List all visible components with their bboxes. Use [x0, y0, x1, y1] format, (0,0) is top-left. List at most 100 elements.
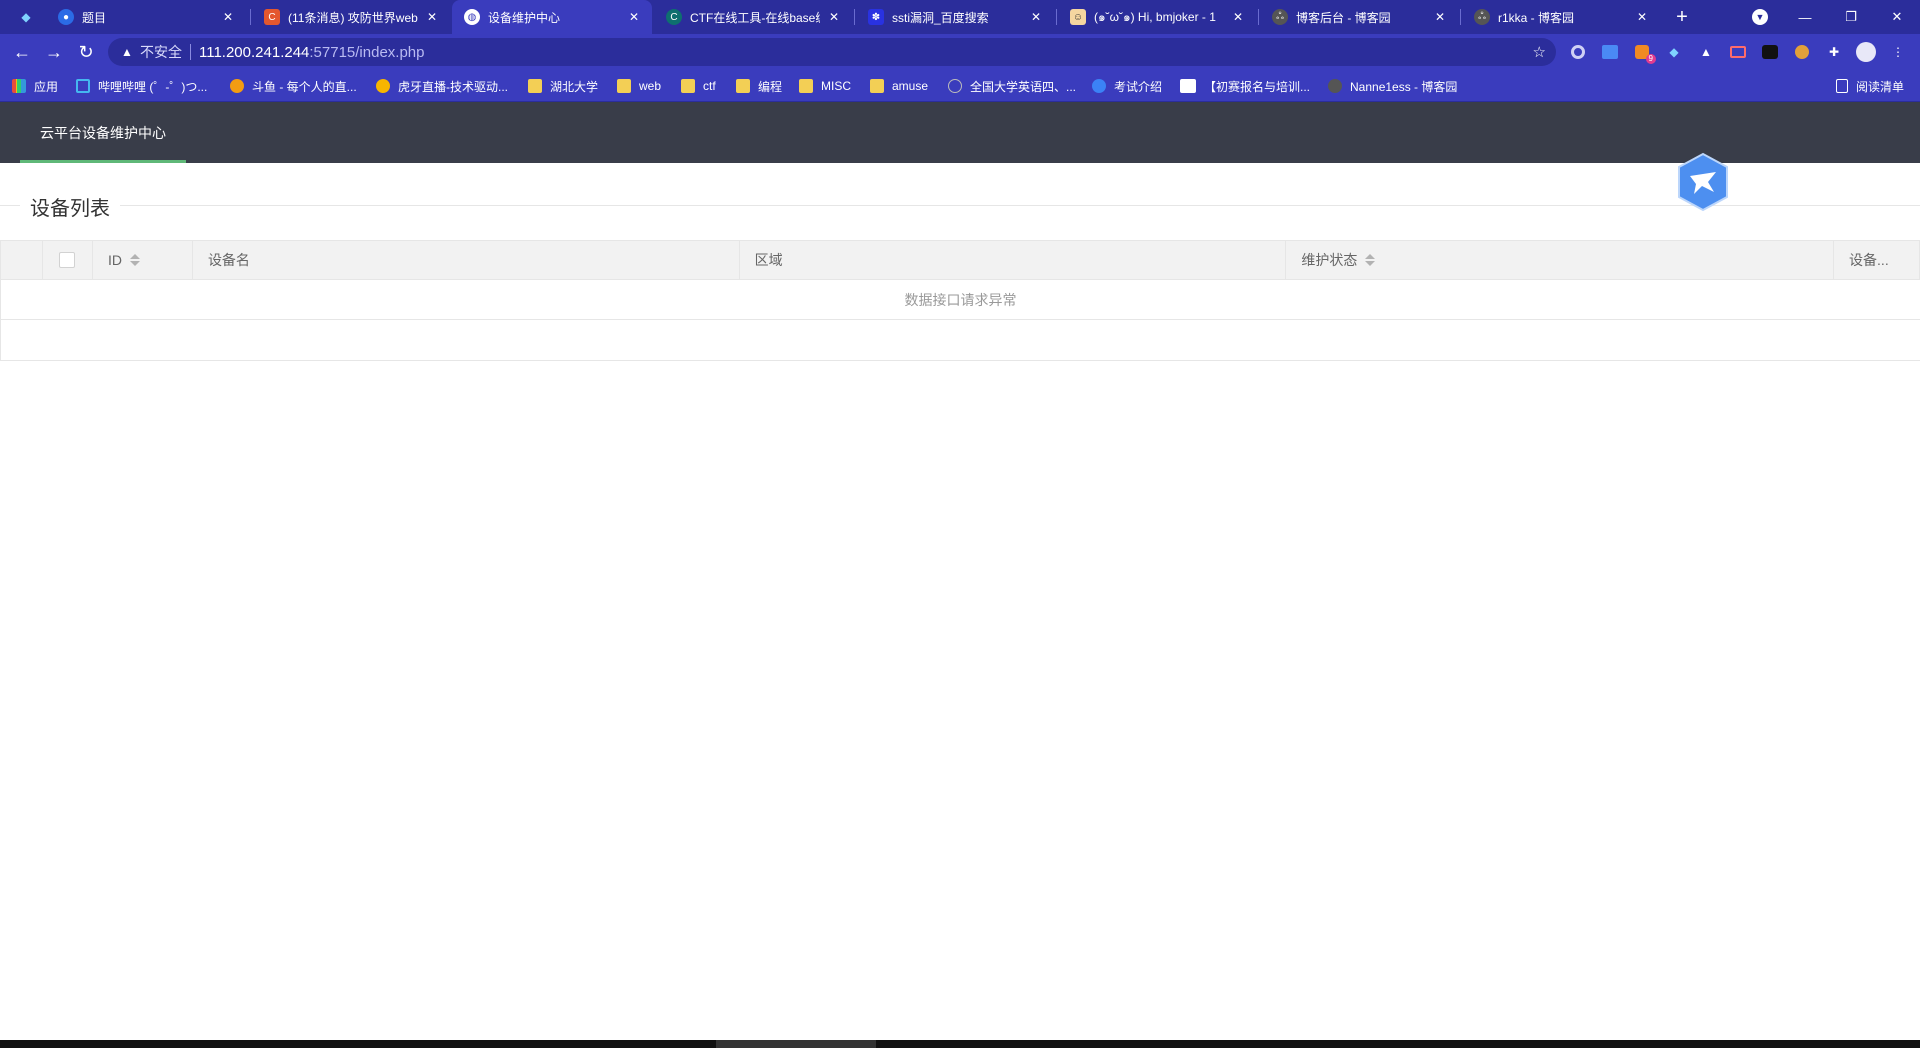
security-label[interactable]: 不安全 — [140, 42, 182, 62]
bookmark-cet[interactable]: 全国大学英语四、... — [948, 77, 1076, 95]
browser-tab-strip: ◆ ● 题目 ✕ C (11条消息) 攻防世界web ✕ ◍ 设备维护中心 ✕ … — [0, 0, 1920, 34]
cast-icon[interactable] — [1728, 42, 1748, 62]
tab-title: 博客后台 - 博客园 — [1296, 10, 1391, 25]
close-icon[interactable]: ✕ — [1028, 9, 1044, 25]
close-icon[interactable]: ✕ — [1634, 9, 1650, 25]
bird-logo-icon[interactable] — [1676, 152, 1730, 212]
bookmark-exam[interactable]: 考试介绍 — [1092, 77, 1162, 95]
gem-icon[interactable]: ◆ — [1664, 42, 1684, 62]
bookmark-apps[interactable]: 应用 — [12, 77, 58, 95]
window-close-button[interactable]: ✕ — [1874, 0, 1920, 34]
column-device-truncated: 设备... — [1834, 241, 1920, 279]
reading-list-icon — [1836, 79, 1848, 93]
bookmark-star-icon[interactable]: ☆ — [1533, 43, 1546, 61]
table-header: ID 设备名 区域 维护状态 设备... — [1, 241, 1920, 280]
close-icon[interactable]: ✕ — [1432, 9, 1448, 25]
tab-6[interactable]: ஃ 博客后台 - 博客园 ✕ — [1260, 0, 1458, 34]
douyu-icon — [230, 79, 244, 93]
folder-icon — [681, 79, 695, 93]
bookmark-folder-amuse[interactable]: amuse — [870, 77, 928, 95]
device-table: ID 设备名 区域 维护状态 设备... 数据接口请求异常 — [0, 240, 1920, 361]
huya-icon — [376, 79, 390, 93]
table-empty-message: 数据接口请求异常 — [1, 280, 1920, 320]
close-icon[interactable]: ✕ — [1230, 9, 1246, 25]
page-title: 设备列表 — [30, 192, 120, 221]
extension-badge-icon[interactable]: 9 — [1632, 42, 1656, 64]
bookmark-bilibili[interactable]: 哔哩哔哩 (゜-゜)つ... — [76, 77, 207, 95]
expand-column — [1, 241, 43, 279]
new-tab-button[interactable]: + — [1670, 5, 1694, 29]
address-bar[interactable]: ▲ 不安全 111.200.241.244 :57715/index.php ☆ — [108, 38, 1556, 66]
nav-item-device-center[interactable]: 云平台设备维护中心 — [20, 102, 186, 163]
baidu-paw-icon: ✽ — [868, 9, 884, 25]
mountain-icon[interactable]: ▲ — [1696, 42, 1716, 62]
cnblogs-icon — [1328, 79, 1342, 93]
column-region: 区域 — [740, 241, 1287, 279]
bookmarks-bar: 应用 哔哩哔哩 (゜-゜)つ... 斗鱼 - 每个人的直... 虎牙直播-技术驱… — [0, 70, 1920, 102]
tab-4[interactable]: ✽ ssti漏洞_百度搜索 ✕ — [856, 0, 1054, 34]
bookmark-nanne1ess[interactable]: Nanne1ess - 博客园 — [1328, 77, 1457, 95]
menu-kebab-icon[interactable]: ⋮ — [1888, 42, 1908, 62]
column-id[interactable]: ID — [93, 241, 193, 279]
select-all-cell — [43, 241, 93, 279]
cookie-icon[interactable] — [1792, 42, 1812, 62]
tab-0[interactable]: ● 题目 ✕ — [46, 0, 246, 34]
minimize-button[interactable]: — — [1782, 0, 1828, 34]
close-icon[interactable]: ✕ — [626, 9, 642, 25]
tab-2-active[interactable]: ◍ 设备维护中心 ✕ — [452, 0, 652, 34]
bookmark-douyu[interactable]: 斗鱼 - 每个人的直... — [230, 77, 357, 95]
translate-icon[interactable] — [1600, 42, 1620, 62]
bookmark-folder-hubei[interactable]: 湖北大学 — [528, 77, 598, 95]
reader-glasses-icon[interactable] — [1760, 42, 1780, 62]
tab-3[interactable]: C CTF在线工具-在线base编 ✕ — [654, 0, 852, 34]
close-icon[interactable]: ✕ — [424, 9, 440, 25]
reading-list-button[interactable]: 阅读清单 — [1836, 77, 1904, 95]
tab-title: (11条消息) 攻防世界web — [288, 10, 418, 25]
tab-title: r1kka - 博客园 — [1498, 10, 1575, 25]
profile-avatar-icon[interactable] — [1856, 42, 1876, 62]
cnblogs-icon: ஃ — [1272, 9, 1288, 25]
taskbar-active-app[interactable] — [716, 1040, 876, 1048]
exam-icon — [1092, 79, 1106, 93]
browser-toolbar: ← → ↻ ▲ 不安全 111.200.241.244 :57715/index… — [0, 34, 1920, 70]
tab-favicon-icon: ● — [58, 9, 74, 25]
csdn-icon: C — [264, 9, 280, 25]
bookmark-folder-ctf[interactable]: ctf — [681, 77, 716, 95]
close-icon[interactable]: ✕ — [826, 9, 842, 25]
extension-circle-icon[interactable] — [1568, 42, 1588, 62]
sort-icon[interactable] — [129, 254, 140, 266]
tab-search-icon[interactable]: ▼ — [1752, 9, 1768, 25]
tab-favicon-icon: C — [666, 9, 682, 25]
tab-title: 设备维护中心 — [488, 10, 561, 25]
reload-button[interactable]: ↻ — [74, 40, 98, 64]
restore-button[interactable]: ❐ — [1828, 0, 1874, 34]
folder-icon — [528, 79, 542, 93]
close-icon[interactable]: ✕ — [220, 9, 236, 25]
tab-5[interactable]: ☺ (๑˘ω˘๑) Hi, bmjoker - 1 ✕ — [1058, 0, 1256, 34]
tab-1[interactable]: C (11条消息) 攻防世界web ✕ — [252, 0, 450, 34]
section-fieldset: 设备列表 — [0, 190, 1920, 221]
back-button[interactable]: ← — [10, 40, 34, 64]
cet-icon — [948, 79, 962, 93]
os-taskbar — [0, 1040, 1920, 1048]
apps-grid-icon — [12, 79, 26, 93]
column-maintenance-status[interactable]: 维护状态 — [1286, 241, 1835, 279]
forward-button[interactable]: → — [42, 40, 66, 64]
extension-badge-count: 9 — [1645, 54, 1656, 64]
warning-icon[interactable]: ▲ — [120, 45, 134, 59]
sort-icon[interactable] — [1365, 254, 1376, 266]
tab-7[interactable]: ஃ r1kka - 博客园 ✕ — [1462, 0, 1660, 34]
folder-icon — [799, 79, 813, 93]
bookmark-folder-web[interactable]: web — [617, 77, 661, 95]
tab-title: 题目 — [82, 10, 107, 25]
select-all-checkbox[interactable] — [59, 252, 76, 268]
bookmark-contest[interactable]: 【初赛报名与培训... — [1180, 77, 1310, 95]
folder-icon — [870, 79, 884, 93]
browser-logo-icon[interactable]: ◆ — [18, 9, 34, 25]
bookmark-folder-programming[interactable]: 编程 — [736, 77, 782, 95]
nav-active-indicator — [20, 160, 186, 163]
bookmark-huya[interactable]: 虎牙直播-技术驱动... — [376, 77, 508, 95]
url-path: :57715/index.php — [309, 43, 425, 61]
extensions-puzzle-icon[interactable]: ✚ — [1824, 42, 1844, 62]
bookmark-folder-misc[interactable]: MISC — [799, 77, 851, 95]
